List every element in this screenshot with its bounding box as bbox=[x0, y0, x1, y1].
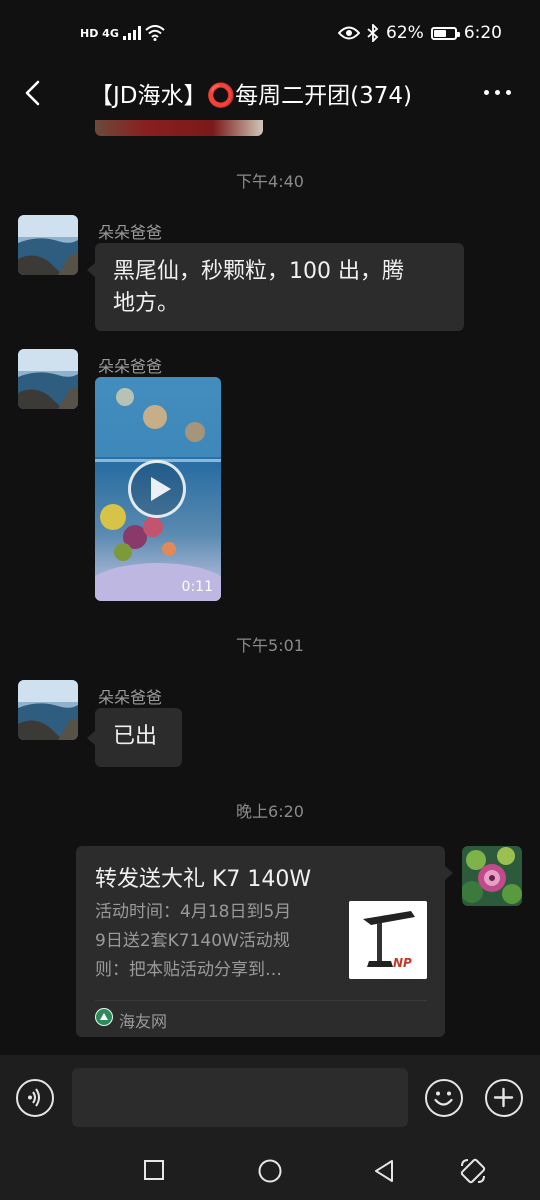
sender-avatar[interactable] bbox=[18, 349, 78, 409]
previous-image-message[interactable] bbox=[95, 120, 263, 136]
time-divider: 下午5:01 bbox=[236, 636, 304, 655]
emoji-icon[interactable] bbox=[425, 1079, 463, 1117]
battery-icon bbox=[430, 26, 460, 40]
card-thumbnail: NP bbox=[349, 901, 427, 979]
system-nav-bar bbox=[0, 1141, 540, 1200]
sender-avatar[interactable] bbox=[18, 215, 78, 275]
input-bar bbox=[0, 1055, 540, 1141]
sender-avatar[interactable] bbox=[18, 680, 78, 740]
chat-title: 【JD海水】⭕每周二开团(374) bbox=[90, 83, 412, 109]
circle-icon[interactable] bbox=[257, 1158, 283, 1184]
rotate-icon[interactable] bbox=[458, 1156, 488, 1186]
card-source: 海友网 bbox=[119, 1012, 168, 1031]
back-arrow-icon[interactable] bbox=[22, 79, 46, 107]
triangle-back-icon[interactable] bbox=[372, 1158, 396, 1184]
bubble-tail bbox=[87, 263, 95, 277]
link-card[interactable]: 转发送大礼 K7 140W 活动时间：4月18日到5月 9日送2套K7140W活… bbox=[76, 846, 445, 1037]
message-line: 地方。 bbox=[113, 291, 180, 316]
card-divider bbox=[95, 1000, 427, 1001]
eye-icon bbox=[338, 26, 361, 40]
card-desc-line: 9日送2套K7140W活动规 bbox=[95, 931, 290, 951]
clock: 6:20 bbox=[463, 23, 502, 43]
more-dots-icon[interactable] bbox=[484, 82, 514, 102]
play-icon[interactable] bbox=[128, 460, 186, 518]
message-input[interactable] bbox=[72, 1068, 408, 1127]
battery-percent: 62% bbox=[386, 23, 424, 43]
square-icon[interactable] bbox=[143, 1159, 165, 1181]
sender-name: 朵朵爸爸 bbox=[98, 688, 163, 707]
message-bubble[interactable]: 已出 bbox=[95, 708, 182, 767]
time-divider: 晚上6:20 bbox=[236, 802, 304, 821]
message-line: 已出 bbox=[113, 724, 158, 749]
status-right: 62% 6:20 bbox=[338, 23, 502, 43]
svg-text:NP: NP bbox=[393, 956, 412, 970]
sender-name: 朵朵爸爸 bbox=[98, 357, 163, 376]
card-description: 活动时间：4月18日到5月 9日送2套K7140W活动规 则：把本贴活动分享到… bbox=[95, 898, 335, 985]
video-duration: 0:11 bbox=[181, 579, 213, 595]
chat-header: 【JD海水】⭕每周二开团(374) bbox=[0, 68, 540, 120]
signal-icon bbox=[122, 26, 141, 40]
card-desc-line: 活动时间：4月18日到5月 bbox=[95, 902, 292, 922]
card-title: 转发送大礼 K7 140W bbox=[95, 867, 312, 892]
self-avatar[interactable] bbox=[462, 846, 522, 906]
bubble-tail bbox=[87, 731, 95, 745]
bluetooth-icon bbox=[367, 24, 379, 42]
plus-icon[interactable] bbox=[485, 1079, 523, 1117]
sender-name: 朵朵爸爸 bbox=[98, 223, 163, 242]
message-line: 黑尾仙，秒颗粒，100 出，腾 bbox=[113, 259, 404, 284]
source-logo-icon bbox=[95, 1008, 113, 1026]
status-bar: HD 4G 62% 6:20 bbox=[0, 0, 540, 68]
bubble-tail bbox=[445, 866, 453, 880]
time-divider: 下午4:40 bbox=[236, 172, 304, 191]
card-desc-line: 则：把本贴活动分享到… bbox=[95, 960, 282, 980]
message-bubble[interactable]: 黑尾仙，秒颗粒，100 出，腾 地方。 bbox=[95, 243, 464, 331]
battery-level bbox=[433, 29, 447, 37]
network-indicator: HD 4G bbox=[80, 25, 165, 41]
wifi-icon bbox=[145, 25, 165, 41]
video-message[interactable]: 0:11 bbox=[95, 377, 221, 601]
network-label: HD 4G bbox=[80, 26, 119, 40]
voice-icon[interactable] bbox=[16, 1079, 54, 1117]
